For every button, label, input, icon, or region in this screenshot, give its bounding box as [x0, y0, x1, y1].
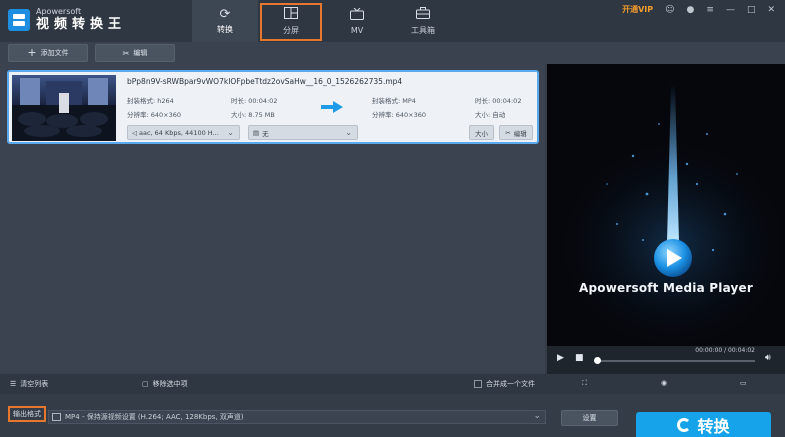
vip-button[interactable]: 开通VIP [622, 4, 653, 15]
checkbox-icon[interactable] [474, 380, 482, 388]
target-duration: 时长: 00:04:02 [475, 97, 522, 105]
output-footer: 输出格式 MP4 - 保持源视频设置 (H.264; AAC, 128Kbps,… [0, 394, 785, 437]
source-format: 封装格式: h264 [127, 97, 174, 105]
screenshot-crop-icon[interactable]: ⛶ [582, 379, 587, 388]
clear-icon: ☰ [10, 380, 17, 388]
user-icon[interactable]: ☺ [665, 5, 674, 15]
source-duration: 时长: 00:04:02 [231, 97, 278, 105]
settings-button[interactable]: 设置 [561, 410, 618, 426]
toolbar: + 添加文件 ✂ 编辑 [0, 42, 785, 64]
tab-toolbox[interactable]: 工具箱 [390, 0, 456, 42]
audio-track-value: aac, 64 Kbps, 44100 H... [139, 128, 219, 137]
subtitle-icon: ▤ [253, 128, 260, 137]
remove-icon: ▢ [142, 380, 149, 388]
chevron-down-icon: ⌄ [533, 411, 541, 421]
file-list: bPp8n9V-sRWBpar9vWO7kIOFpbeTtdz2ovSaHw__… [0, 64, 545, 374]
arrow-right-icon [321, 101, 343, 113]
progress-knob[interactable] [594, 357, 601, 364]
edit-label: 编辑 [133, 49, 148, 57]
app-window: Apowersoft 视频转换王 ⟳ 转换 分屏 MV 工具箱 开通VIP ☺ … [0, 0, 785, 437]
menu-icon[interactable]: ≡ [706, 5, 714, 15]
stop-icon[interactable]: ■ [575, 353, 584, 363]
main-tabs: ⟳ 转换 分屏 MV 工具箱 [192, 0, 456, 42]
progress-track[interactable] [595, 360, 755, 362]
tab-label: 分屏 [283, 25, 299, 35]
refresh-icon: ⟳ [219, 6, 231, 22]
camera-icon[interactable]: ◉ [661, 379, 667, 387]
tab-mv[interactable]: MV [324, 0, 390, 42]
window-controls: 开通VIP ☺ ● ≡ — □ ✕ [622, 4, 775, 15]
tab-convert[interactable]: ⟳ 转换 [192, 0, 258, 42]
size-button[interactable]: 大小 [469, 125, 494, 140]
audio-track-select[interactable]: ◁ aac, 64 Kbps, 44100 H... ⌄ [127, 125, 240, 140]
app-name: 视频转换王 [36, 17, 127, 32]
file-name: bPp8n9V-sRWBpar9vWO7kIOFpbeTtdz2ovSaHw__… [127, 77, 403, 86]
volume-icon[interactable]: 🔊︎ [765, 353, 771, 363]
merge-label: 合并成一个文件 [486, 380, 535, 388]
play-icon[interactable]: ▶ [557, 353, 564, 363]
brand-name: Apowersoft [36, 7, 82, 16]
video-thumbnail [12, 75, 116, 141]
convert-button[interactable]: 转换 [636, 412, 771, 437]
chevron-down-icon: ⌄ [227, 128, 234, 137]
format-icon [52, 413, 61, 421]
add-file-button[interactable]: + 添加文件 [8, 44, 88, 62]
maximize-icon[interactable]: □ [747, 5, 756, 15]
media-player: Apowersoft Media Player [547, 64, 785, 346]
tab-label: MV [350, 25, 364, 35]
item-edit-button[interactable]: ✂ 编辑 [499, 125, 533, 140]
toolbox-icon [416, 6, 430, 23]
target-resolution: 分辨率: 640×360 [372, 111, 427, 119]
merge-checkbox[interactable]: 合并成一个文件 [474, 379, 535, 389]
logo-icon [8, 8, 30, 31]
close-icon[interactable]: ✕ [767, 5, 775, 15]
chevron-down-icon: ⌄ [345, 128, 352, 137]
target-format: 封装格式: MP4 [372, 97, 416, 105]
subtitle-value: 无 [262, 129, 269, 138]
refresh-icon [677, 418, 692, 432]
tv-icon [350, 7, 364, 24]
folder-icon[interactable]: ▭ [740, 379, 747, 387]
speaker-icon: ◁ [132, 128, 137, 137]
size-button-label: 大小 [475, 129, 488, 138]
playback-time: 00:00:00 / 00:04:02 [695, 347, 755, 354]
output-format-value: MP4 - 保持源视频设置 (H.264; AAC, 128Kbps, 双声道) [65, 413, 244, 421]
tab-label: 转换 [217, 24, 233, 34]
list-actions-bar: ☰ 清空列表 ▢ 移除选中项 合并成一个文件 ⛶ ◉ ▭ [0, 374, 785, 394]
player-title: Apowersoft Media Player [579, 281, 753, 295]
target-size: 大小: 自动 [475, 111, 506, 119]
app-logo: Apowersoft 视频转换王 [8, 8, 126, 31]
scissors-icon: ✂ [505, 128, 511, 137]
plus-icon: + [27, 46, 37, 59]
output-format-select[interactable]: MP4 - 保持源视频设置 (H.264; AAC, 128Kbps, 双声道)… [48, 410, 546, 424]
title-bar: Apowersoft 视频转换王 ⟳ 转换 分屏 MV 工具箱 开通VIP ☺ … [0, 0, 785, 42]
tab-label: 工具箱 [411, 25, 435, 35]
source-resolution: 分辨率: 640×360 [127, 111, 182, 119]
player-controls: 00:00:00 / 00:04:02 ▶ ■ 🔊︎ [547, 346, 785, 374]
edit-button[interactable]: ✂ 编辑 [95, 44, 175, 62]
convert-label: 转换 [697, 417, 730, 436]
subtitle-select[interactable]: ▤ 无 ⌄ [248, 125, 358, 140]
lock-icon[interactable]: ● [687, 5, 695, 15]
minimize-icon[interactable]: — [726, 5, 735, 15]
source-size: 大小: 8.75 MB [231, 111, 275, 119]
scissors-icon: ✂ [122, 48, 130, 58]
split-screen-icon [284, 6, 298, 23]
player-splash [547, 64, 785, 346]
clear-list-button[interactable]: ☰ 清空列表 [10, 379, 48, 389]
list-item[interactable]: bPp8n9V-sRWBpar9vWO7kIOFpbeTtdz2ovSaHw__… [7, 70, 539, 144]
add-file-label: 添加文件 [40, 49, 69, 57]
output-format-label: 输出格式 [8, 406, 46, 422]
tab-split-screen[interactable]: 分屏 [258, 0, 324, 42]
clear-list-label: 清空列表 [20, 380, 49, 388]
remove-selected-button[interactable]: ▢ 移除选中项 [142, 379, 188, 389]
remove-selected-label: 移除选中项 [152, 380, 188, 388]
item-edit-label: 编辑 [513, 129, 527, 138]
